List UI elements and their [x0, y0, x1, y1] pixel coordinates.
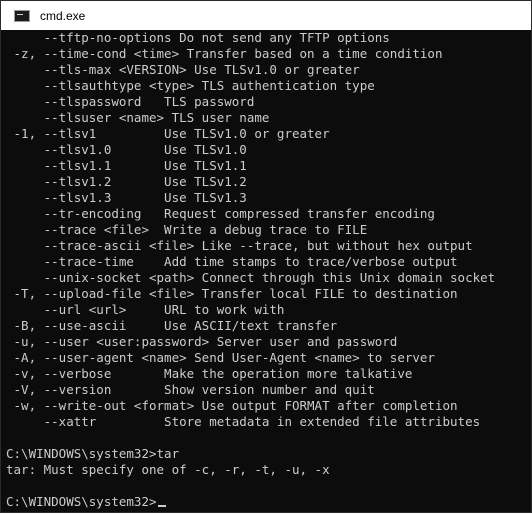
console-line: --tlsv1.3 Use TLSv1.3	[6, 190, 247, 205]
console-line: -B, --use-ascii Use ASCII/text transfer	[6, 318, 338, 333]
console-line: -w, --write-out <format> Use output FORM…	[6, 398, 458, 413]
console-line: tar: Must specify one of -c, -r, -t, -u,…	[6, 462, 330, 477]
console-line: --tftp-no-options Do not send any TFTP o…	[6, 30, 390, 45]
console-line: --tlsv1.0 Use TLSv1.0	[6, 142, 247, 157]
console-line: --tlsv1.1 Use TLSv1.1	[6, 158, 247, 173]
console-line: --trace-ascii <file> Like --trace, but w…	[6, 238, 473, 253]
console-line: C:\WINDOWS\system32>tar	[6, 446, 180, 461]
console-line: -z, --time-cond <time> Transfer based on…	[6, 46, 443, 61]
console-line: --tls-max <VERSION> Use TLSv1.0 or great…	[6, 62, 360, 77]
console-line: --unix-socket <path> Connect through thi…	[6, 270, 496, 285]
console-line: --url <url> URL to work with	[6, 302, 285, 317]
prompt: C:\WINDOWS\system32>	[6, 494, 157, 509]
console-line: -1, --tlsv1 Use TLSv1.0 or greater	[6, 126, 330, 141]
window-title: cmd.exe	[40, 8, 86, 23]
console-line: --tlsuser <name> TLS user name	[6, 110, 270, 125]
console-line: -V, --version Show version number and qu…	[6, 382, 375, 397]
console-line: --tlsauthtype <type> TLS authentication …	[6, 78, 375, 93]
cmd-window: cmd.exe --tftp-no-options Do not send an…	[0, 0, 532, 513]
console-line: --tlspassword TLS password	[6, 94, 255, 109]
console-line: --trace-time Add time stamps to trace/ve…	[6, 254, 458, 269]
prompt-line[interactable]: C:\WINDOWS\system32>	[6, 494, 166, 510]
console-line: -v, --verbose Make the operation more ta…	[6, 366, 413, 381]
console-line: --trace <file> Write a debug trace to FI…	[6, 222, 368, 237]
console-output[interactable]: --tftp-no-options Do not send any TFTP o…	[1, 30, 531, 512]
console-line: -T, --upload-file <file> Transfer local …	[6, 286, 458, 301]
text-cursor	[157, 505, 166, 507]
console-line: --tlsv1.2 Use TLSv1.2	[6, 174, 247, 189]
console-line: --xattr Store metadata in extended file …	[6, 414, 481, 429]
console-icon	[14, 9, 30, 22]
console-line: -A, --user-agent <name> Send User-Agent …	[6, 350, 435, 365]
console-line: -u, --user <user:password> Server user a…	[6, 334, 398, 349]
title-bar[interactable]: cmd.exe	[1, 1, 531, 31]
console-line: --tr-encoding Request compressed transfe…	[6, 206, 435, 221]
